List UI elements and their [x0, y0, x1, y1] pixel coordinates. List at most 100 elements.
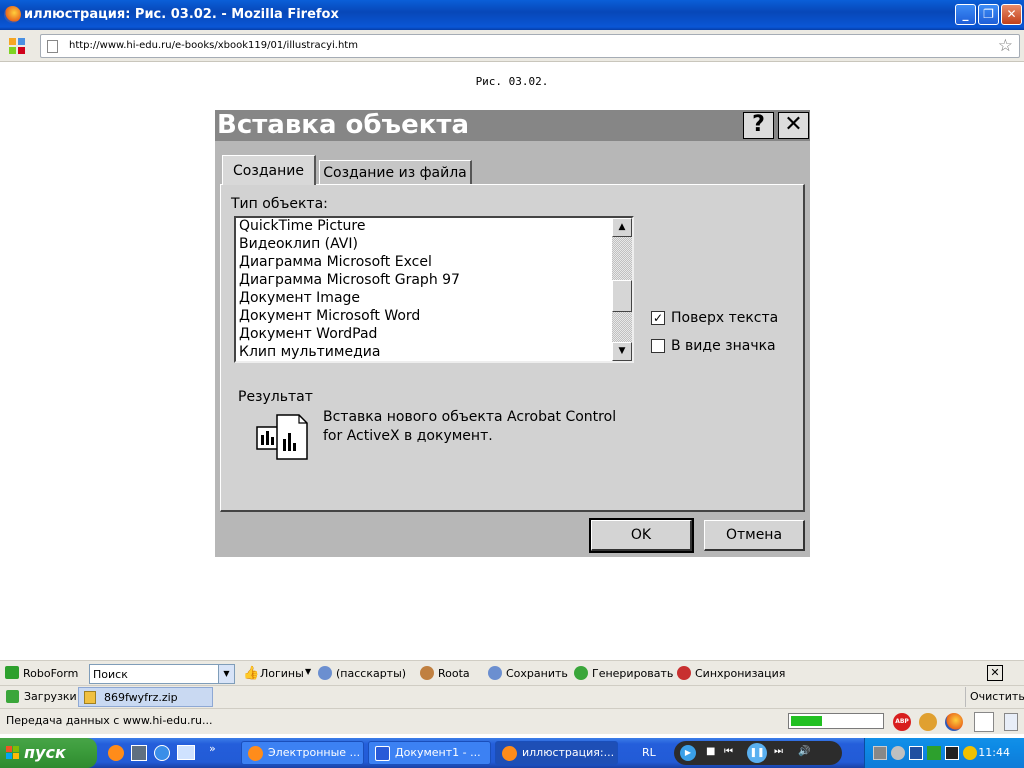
- firefox-icon: [4, 6, 21, 23]
- close-toolbar-icon[interactable]: ✕: [987, 665, 1003, 681]
- sync-button[interactable]: Синхронизация: [695, 667, 785, 680]
- network-icon[interactable]: [873, 746, 887, 760]
- tab-create[interactable]: Создание: [222, 155, 316, 185]
- firefox-icon[interactable]: [945, 713, 963, 731]
- app-quicklaunch-icon[interactable]: [131, 745, 147, 761]
- addon-icon[interactable]: [919, 713, 937, 731]
- generate-icon: [574, 666, 588, 680]
- list-item[interactable]: Клип мультимедиа: [239, 344, 380, 360]
- tray-app-icon[interactable]: [945, 746, 959, 760]
- roota-icon: [420, 666, 434, 680]
- list-item[interactable]: Документ Image: [239, 290, 360, 306]
- play-icon[interactable]: ▶: [680, 745, 696, 761]
- chevron-down-icon[interactable]: ▼: [305, 667, 311, 676]
- download-file-name: 869fwyfrz.zip: [104, 691, 178, 704]
- tab-create-from-file[interactable]: Создание из файла: [319, 160, 472, 185]
- stop-icon[interactable]: ■: [706, 746, 715, 757]
- scroll-thumb[interactable]: [612, 280, 632, 312]
- status-text: Передача данных с www.hi-edu.ru...: [6, 714, 213, 727]
- list-item[interactable]: Документ WordPad: [239, 326, 377, 342]
- close-window-button[interactable]: ✕: [1001, 4, 1022, 25]
- desktop-quicklaunch-icon[interactable]: [177, 745, 195, 760]
- chevron-down-icon[interactable]: ▼: [218, 665, 234, 683]
- object-type-label: Тип объекта:: [231, 196, 328, 212]
- downloads-label[interactable]: Загрузки: [24, 690, 77, 703]
- taskbar-item[interactable]: Электронные ...: [241, 741, 364, 765]
- language-indicator[interactable]: RL: [642, 746, 656, 759]
- address-bar[interactable]: http://www.hi-edu.ru/e-books/xbook119/01…: [40, 34, 1020, 58]
- firefox-icon: [248, 746, 263, 761]
- clear-downloads-button[interactable]: Очистить: [970, 690, 1024, 703]
- list-item[interactable]: Документ Microsoft Word: [239, 308, 420, 324]
- tray-app-icon[interactable]: [891, 746, 905, 760]
- maximize-button[interactable]: ❐: [978, 4, 999, 25]
- ie-quicklaunch-icon[interactable]: [154, 745, 170, 761]
- page-icon: [47, 40, 58, 53]
- windows-flag-icon: [6, 746, 19, 759]
- download-item[interactable]: 869fwyfrz.zip: [78, 687, 213, 707]
- list-item[interactable]: Видеоклип (AVI): [239, 236, 358, 252]
- scroll-up-button[interactable]: ▲: [612, 218, 632, 237]
- adblock-icon[interactable]: ABP: [893, 713, 911, 731]
- logins-menu[interactable]: Логины: [260, 667, 304, 680]
- clock: 11:44: [978, 746, 1010, 759]
- previous-icon[interactable]: ⏮: [724, 746, 733, 757]
- scroll-down-button[interactable]: ▼: [612, 342, 632, 361]
- apps-icon[interactable]: [9, 38, 27, 56]
- pause-icon[interactable]: ❚❚: [747, 743, 767, 763]
- roboform-menu[interactable]: RoboForm: [23, 667, 78, 680]
- display-as-icon-checkbox[interactable]: [651, 339, 665, 353]
- more-quicklaunch-icon[interactable]: »: [209, 742, 216, 755]
- bookmark-star-icon[interactable]: ☆: [998, 36, 1013, 56]
- zip-file-icon: [84, 691, 96, 704]
- roboform-tray-icon[interactable]: [927, 746, 941, 760]
- roota-button[interactable]: Roota: [438, 667, 470, 680]
- tray-app-icon[interactable]: [963, 746, 977, 760]
- float-over-text-label: Поверх текста: [671, 310, 779, 326]
- ok-button[interactable]: OK: [589, 518, 694, 553]
- list-scrollbar[interactable]: ▲ ▼: [612, 218, 632, 361]
- roboform-search-input[interactable]: Поиск ▼: [89, 664, 235, 684]
- downloads-bar: Загрузки 869fwyfrz.zip Очистить: [0, 685, 1024, 708]
- save-icon: [488, 666, 502, 680]
- insert-object-dialog: Вставка объекта ? ✕ Создание Создание из…: [215, 110, 810, 557]
- progress-bar: [788, 713, 884, 729]
- passcards-button[interactable]: (пасскарты): [336, 667, 406, 680]
- result-label: Результат: [238, 389, 313, 405]
- browser-quicklaunch-icon[interactable]: [108, 745, 124, 761]
- navigation-bar: http://www.hi-edu.ru/e-books/xbook119/01…: [0, 30, 1024, 62]
- media-player-controls: ▶ ■ ⏮ ❚❚ ⏭ 🔊: [674, 741, 842, 765]
- word-icon: [375, 746, 390, 761]
- page-content: Рис. 03.02. Вставка объекта ? ✕ Создание…: [0, 63, 1024, 660]
- dialog-title: Вставка объекта: [215, 110, 810, 141]
- float-over-text-checkbox[interactable]: ✓: [651, 311, 665, 325]
- url-text: http://www.hi-edu.ru/e-books/xbook119/01…: [69, 40, 358, 51]
- object-type-list[interactable]: QuickTime Picture Видеоклип (AVI) Диагра…: [234, 216, 634, 363]
- display-as-icon-label: В виде значка: [671, 338, 776, 354]
- display-icon[interactable]: [909, 746, 923, 760]
- figure-caption: Рис. 03.02.: [475, 75, 549, 88]
- save-button[interactable]: Сохранить: [506, 667, 568, 680]
- dialog-close-button[interactable]: ✕: [778, 112, 809, 139]
- window-title-bar: иллюстрация: Рис. 03.02. - Mozilla Firef…: [0, 0, 1024, 30]
- taskbar-item[interactable]: Документ1 - ...: [368, 741, 491, 765]
- sidebar-icon[interactable]: [974, 712, 994, 732]
- list-item[interactable]: Диаграмма Microsoft Graph 97: [239, 272, 460, 288]
- volume-icon[interactable]: 🔊: [798, 746, 810, 757]
- minimize-button[interactable]: _: [955, 4, 976, 25]
- window-title: иллюстрация: Рис. 03.02. - Mozilla Firef…: [24, 7, 339, 22]
- next-icon[interactable]: ⏭: [774, 746, 783, 757]
- cancel-button[interactable]: Отмена: [704, 520, 805, 551]
- result-icon: [256, 414, 308, 460]
- start-button[interactable]: пуск: [0, 738, 97, 768]
- firefox-icon: [502, 746, 517, 761]
- page-style-icon[interactable]: [1004, 713, 1018, 731]
- list-item[interactable]: QuickTime Picture: [239, 218, 365, 234]
- help-button[interactable]: ?: [743, 112, 774, 139]
- taskbar-item-active[interactable]: иллюстрация:...: [495, 741, 618, 765]
- taskbar: пуск » Электронные ... Документ1 - ... и…: [0, 738, 1024, 768]
- generate-button[interactable]: Генерировать: [592, 667, 673, 680]
- downloads-icon: [6, 690, 19, 703]
- sync-icon: [677, 666, 691, 680]
- list-item[interactable]: Диаграмма Microsoft Excel: [239, 254, 432, 270]
